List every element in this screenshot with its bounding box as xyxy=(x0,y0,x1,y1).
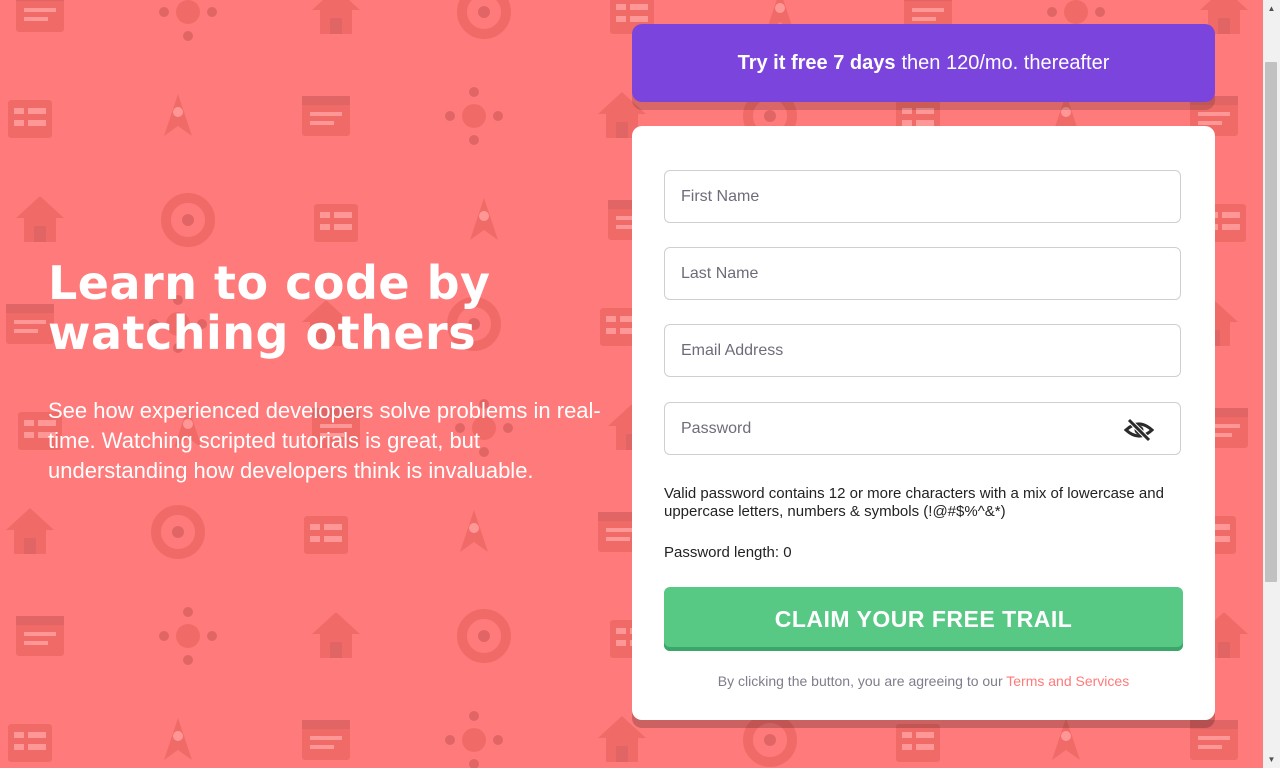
promo-banner: Try it free 7 days then 120/mo. thereaft… xyxy=(632,24,1215,102)
scrollbar-thumb[interactable] xyxy=(1265,62,1277,582)
background-decoration-icon xyxy=(454,606,514,666)
background-decoration-icon xyxy=(10,0,70,42)
hero-description: See how experienced developers solve pro… xyxy=(48,398,601,483)
background-decoration-icon xyxy=(0,502,60,562)
promo-bold-text: Try it free 7 days xyxy=(737,51,896,74)
background-decoration-icon xyxy=(444,710,504,768)
background-decoration-icon xyxy=(0,86,60,146)
terms-notice: By clicking the button, you are agreeing… xyxy=(632,673,1215,689)
background-decoration-icon xyxy=(148,502,208,562)
scrollbar[interactable]: ▲ ▼ xyxy=(1263,0,1280,768)
terms-prefix: By clicking the button, you are agreeing… xyxy=(717,673,1003,689)
password-field xyxy=(664,402,1181,455)
scroll-up-arrow-icon[interactable]: ▲ xyxy=(1263,0,1280,17)
password-length: Password length: 0 xyxy=(664,544,792,561)
background-decoration-icon xyxy=(306,606,366,666)
background-decoration-icon xyxy=(10,190,70,250)
background-decoration-icon xyxy=(296,710,356,768)
email-input[interactable] xyxy=(665,325,1180,376)
background-decoration-icon xyxy=(454,190,514,250)
password-input[interactable] xyxy=(665,403,1180,454)
background-decoration-icon xyxy=(306,0,366,42)
background-decoration-icon xyxy=(158,606,218,666)
hero-section: Learn to code by watching others See how… xyxy=(48,258,608,486)
background-decoration-icon xyxy=(296,502,356,562)
background-decoration-icon xyxy=(444,502,504,562)
hero-headline: Learn to code by watching others xyxy=(48,258,608,358)
eye-slash-icon[interactable] xyxy=(1123,415,1155,445)
background-decoration-icon xyxy=(148,86,208,146)
background-decoration-icon xyxy=(158,190,218,250)
background-decoration-icon xyxy=(296,86,356,146)
background-decoration-icon xyxy=(306,190,366,250)
password-hint: Valid password contains 12 or more chara… xyxy=(664,485,1164,520)
signup-card: Valid password contains 12 or more chara… xyxy=(632,126,1215,720)
hero-headline-line2: watching others xyxy=(48,306,477,360)
background-decoration-icon xyxy=(158,0,218,42)
first-name-input[interactable] xyxy=(665,171,1180,222)
email-field xyxy=(664,324,1181,377)
background-decoration-icon xyxy=(0,710,60,768)
background-decoration-icon xyxy=(444,86,504,146)
last-name-input[interactable] xyxy=(665,248,1180,299)
background-decoration-icon xyxy=(454,0,514,42)
last-name-field xyxy=(664,247,1181,300)
first-name-field xyxy=(664,170,1181,223)
background-decoration-icon xyxy=(10,606,70,666)
scroll-down-arrow-icon[interactable]: ▼ xyxy=(1263,751,1280,768)
terms-link[interactable]: Terms and Services xyxy=(1006,673,1129,689)
claim-free-trial-button[interactable]: CLAIM YOUR FREE TRAIL xyxy=(664,587,1183,651)
background-decoration-icon xyxy=(148,710,208,768)
promo-rest-text: then 120/mo. thereafter xyxy=(901,51,1110,74)
hero-headline-line1: Learn to code by xyxy=(48,256,491,310)
